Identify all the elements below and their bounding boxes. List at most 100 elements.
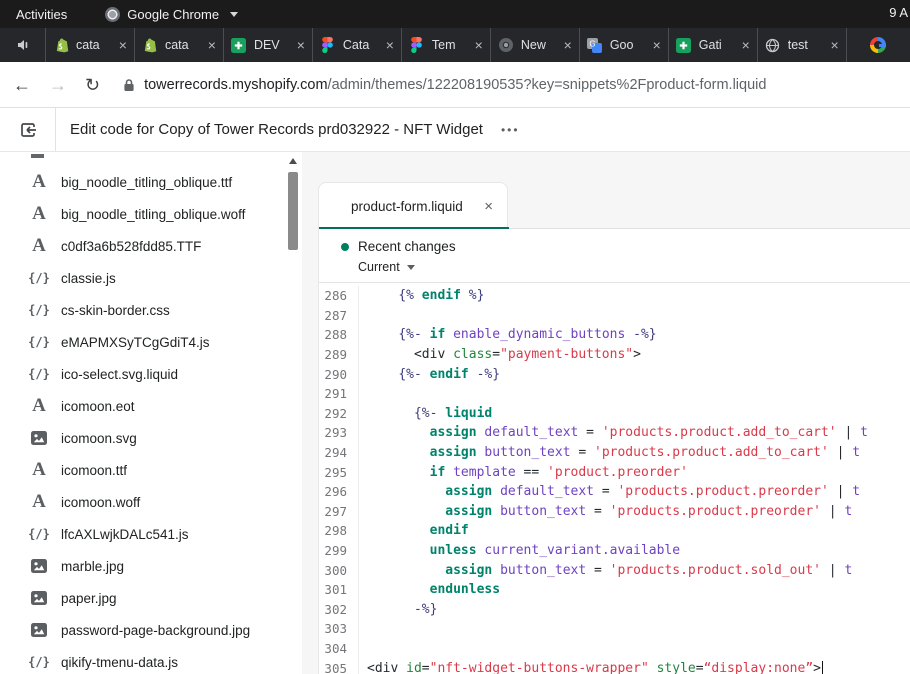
code-editor[interactable]: 286 {% endif %}287288 {%- if enable_dyna… <box>319 284 910 674</box>
editor-tab-label: product-form.liquid <box>351 199 484 214</box>
close-icon[interactable]: × <box>119 38 127 52</box>
file-item[interactable]: {/}qikify-tmenu-data.js <box>0 646 302 674</box>
back-button[interactable]: ← <box>4 72 40 98</box>
line-number: 286 <box>319 286 359 306</box>
code-line[interactable]: 291 <box>319 384 910 404</box>
google-g-icon <box>870 37 886 53</box>
close-icon[interactable]: × <box>386 38 394 52</box>
code-line[interactable]: 305<div id="nft-widget-buttons-wrapper" … <box>319 658 910 674</box>
line-number: 298 <box>319 521 359 541</box>
line-number: 289 <box>319 345 359 365</box>
code-line[interactable]: 286 {% endif %} <box>319 286 910 306</box>
activities-button[interactable]: Activities <box>10 7 73 22</box>
forward-button[interactable]: → <box>40 72 76 98</box>
recent-changes-label: Recent changes <box>358 239 456 254</box>
file-item[interactable]: paper.jpg <box>0 582 302 614</box>
exit-code-editor-button[interactable] <box>0 108 56 151</box>
tab-label: Goo <box>610 38 646 52</box>
code-line[interactable]: 304 <box>319 639 910 659</box>
browser-tab[interactable]: Tem× <box>402 28 491 62</box>
browser-tab[interactable]: Gati× <box>669 28 758 62</box>
scroll-up-icon[interactable] <box>289 158 297 164</box>
file-item[interactable]: {/}cs-skin-border.css <box>0 294 302 326</box>
url-domain: towerrecords.myshopify.com <box>144 77 327 93</box>
chrome-icon <box>105 7 120 22</box>
file-item[interactable]: icomoon.svg <box>0 422 302 454</box>
system-clock: 9 A <box>889 5 908 20</box>
code-line[interactable]: 293 assign default_text = 'products.prod… <box>319 423 910 443</box>
chevron-down-icon <box>230 12 238 17</box>
close-icon[interactable]: × <box>653 38 661 52</box>
code-line[interactable]: 288 {%- if enable_dynamic_buttons -%} <box>319 325 910 345</box>
content: Abig_noodle_titling_oblique.ttfAbig_nood… <box>0 152 910 674</box>
browser-tab[interactable]: DEV× <box>224 28 313 62</box>
file-item[interactable]: Aicomoon.eot <box>0 390 302 422</box>
line-number: 305 <box>319 658 359 674</box>
code-line[interactable]: 299 unless current_variant.available <box>319 541 910 561</box>
line-number: 293 <box>319 423 359 443</box>
browser-tab[interactable]: G Goo × <box>580 28 669 62</box>
address-bar[interactable]: towerrecords.myshopify.com/admin/themes/… <box>123 77 910 93</box>
file-item[interactable]: {/}classie.js <box>0 262 302 294</box>
image-file-icon <box>31 591 47 605</box>
file-item[interactable]: Abig_noodle_titling_oblique.ttf <box>0 166 302 198</box>
code-line[interactable]: 300 assign button_text = 'products.produ… <box>319 560 910 580</box>
file-item[interactable]: {/}ico-select.svg.liquid <box>0 358 302 390</box>
browser-tab[interactable]: cata× <box>135 28 224 62</box>
file-item[interactable]: {/}eMAPMXSyTCgGdiT4.js <box>0 326 302 358</box>
code-line[interactable]: 295 if template == 'product.preorder' <box>319 462 910 482</box>
code-line[interactable]: 287 <box>319 306 910 326</box>
code-line[interactable]: 301 endunless <box>319 580 910 600</box>
code-line[interactable]: 289 <div class="payment-buttons"> <box>319 345 910 365</box>
close-icon[interactable]: × <box>831 38 839 52</box>
file-item[interactable]: {/}lfcAXLwjkDALc541.js <box>0 518 302 550</box>
file-item[interactable]: Abig_noodle_titling_oblique.woff <box>0 198 302 230</box>
line-number: 295 <box>319 462 359 482</box>
version-label: Current <box>358 260 400 274</box>
file-item[interactable]: Aicomoon.ttf <box>0 454 302 486</box>
code-line[interactable]: 297 assign button_text = 'products.produ… <box>319 502 910 522</box>
file-item[interactable]: Aicomoon.woff <box>0 486 302 518</box>
browser-tab[interactable] <box>847 28 910 62</box>
line-number: 294 <box>319 443 359 463</box>
editor-file-tab[interactable]: product-form.liquid × <box>318 182 508 229</box>
close-icon[interactable]: × <box>297 38 305 52</box>
code-line[interactable]: 294 assign button_text = 'products.produ… <box>319 443 910 463</box>
translate-icon: G <box>587 38 602 53</box>
code-line[interactable]: 298 endif <box>319 521 910 541</box>
file-item[interactable]: marble.jpg <box>0 550 302 582</box>
file-item[interactable]: password-page-background.jpg <box>0 614 302 646</box>
close-icon[interactable]: × <box>564 38 572 52</box>
chrome-icon <box>498 37 514 53</box>
close-icon[interactable]: × <box>475 38 483 52</box>
app-menu[interactable]: Google Chrome <box>105 7 238 22</box>
url-text[interactable]: towerrecords.myshopify.com/admin/themes/… <box>144 77 766 93</box>
code-line[interactable]: 303 <box>319 619 910 639</box>
reload-button[interactable]: ↻ <box>76 72 109 98</box>
scrollbar-thumb[interactable] <box>288 172 298 250</box>
close-icon[interactable]: × <box>742 38 750 52</box>
editor-main: product-form.liquid × Recent changes Cur… <box>302 152 910 674</box>
browser-toolbar: ← → ↻ towerrecords.myshopify.com/admin/t… <box>0 62 910 108</box>
file-name: lfcAXLwjkDALc541.js <box>61 527 189 542</box>
file-item[interactable]: Ac0df3a6b528fdd85.TTF <box>0 230 302 262</box>
line-number: 296 <box>319 482 359 502</box>
browser-tab[interactable]: New× <box>491 28 580 62</box>
close-icon[interactable]: × <box>484 198 493 215</box>
sidebar-scrollbar[interactable] <box>287 158 299 670</box>
font-file-icon: A <box>32 203 46 225</box>
file-sidebar: Abig_noodle_titling_oblique.ttfAbig_nood… <box>0 152 302 674</box>
browser-tab[interactable]: test× <box>758 28 847 62</box>
version-dropdown[interactable]: Current <box>358 260 910 274</box>
tab-label: Cata <box>343 38 379 52</box>
browser-tab[interactable]: cata× <box>46 28 135 62</box>
app-menu-label: Google Chrome <box>127 7 219 22</box>
browser-tab[interactable]: Cata × <box>313 28 402 62</box>
code-line[interactable]: 292 {%- liquid <box>319 404 910 424</box>
code-line[interactable]: 296 assign default_text = 'products.prod… <box>319 482 910 502</box>
code-line[interactable]: 302 -%} <box>319 600 910 620</box>
file-name: icomoon.eot <box>61 399 135 414</box>
code-line[interactable]: 290 {%- endif -%} <box>319 364 910 384</box>
close-icon[interactable]: × <box>208 38 216 52</box>
more-actions-button[interactable]: ••• <box>501 123 520 137</box>
